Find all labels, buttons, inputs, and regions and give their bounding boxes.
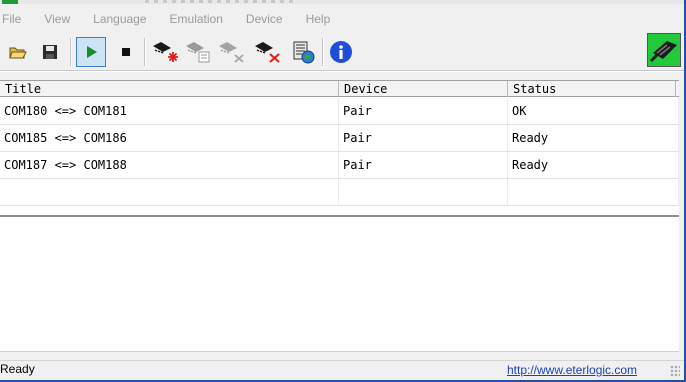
start-button[interactable] xyxy=(76,37,106,67)
title-text-fragment xyxy=(145,0,295,3)
play-icon xyxy=(87,46,97,58)
column-header-title[interactable]: Title xyxy=(0,81,339,97)
stop-button[interactable] xyxy=(111,37,141,67)
row-device: Pair xyxy=(339,98,508,124)
stop-icon xyxy=(122,48,130,56)
menu-bar: File View Language Emulation Device Help xyxy=(0,10,351,28)
table-row[interactable]: COM180 <=> COM181 Pair OK xyxy=(0,98,679,125)
remove-device-icon xyxy=(255,42,280,63)
toolbar-separator xyxy=(144,38,146,66)
floppy-disk-icon xyxy=(43,45,57,59)
add-device-button[interactable] xyxy=(150,37,180,67)
column-header-status[interactable]: Status xyxy=(508,81,676,97)
settings-button[interactable] xyxy=(288,37,318,67)
row-title: COM180 <=> COM181 xyxy=(0,98,339,124)
status-text: Ready xyxy=(0,362,35,376)
device-properties-icon xyxy=(186,42,210,63)
calculator-globe-icon xyxy=(293,41,315,64)
toolbar-divider xyxy=(0,70,684,72)
row-status-empty xyxy=(508,179,679,205)
about-button[interactable] xyxy=(326,37,356,67)
table-row[interactable]: COM185 <=> COM186 Pair Ready xyxy=(0,125,679,152)
menu-file[interactable]: File xyxy=(0,12,21,26)
menu-device[interactable]: Device xyxy=(244,12,283,26)
website-link[interactable]: http://www.eterlogic.com xyxy=(507,363,637,377)
menu-emulation[interactable]: Emulation xyxy=(168,12,223,26)
toolbar-separator xyxy=(322,38,324,66)
connection-list: Title Device Status COM180 <=> COM181 Pa… xyxy=(0,80,679,217)
remove-device-button[interactable] xyxy=(252,37,282,67)
device-properties-button[interactable] xyxy=(183,37,213,67)
row-status: Ready xyxy=(508,125,679,151)
disconnect-device-button[interactable] xyxy=(216,37,246,67)
row-device: Pair xyxy=(339,125,508,151)
status-bar: Ready http://www.eterlogic.com xyxy=(0,360,684,380)
resize-grip[interactable] xyxy=(670,365,680,377)
open-folder-icon xyxy=(9,47,27,59)
row-status: OK xyxy=(508,98,679,124)
list-header: Title Device Status xyxy=(0,80,679,97)
add-device-icon xyxy=(153,42,178,62)
toolbar xyxy=(0,32,684,72)
status-divider xyxy=(0,360,684,361)
info-icon xyxy=(330,41,352,63)
menu-language[interactable]: Language xyxy=(91,12,146,26)
menu-view[interactable]: View xyxy=(42,12,70,26)
menu-help[interactable]: Help xyxy=(304,12,331,26)
row-title-empty xyxy=(0,179,339,205)
serial-port-logo-icon xyxy=(649,41,677,63)
row-title: COM187 <=> COM188 xyxy=(0,152,339,178)
disconnect-device-icon xyxy=(219,42,244,63)
app-logo xyxy=(647,33,681,67)
column-header-device[interactable]: Device xyxy=(339,81,508,97)
log-pane[interactable] xyxy=(0,217,679,352)
title-bar xyxy=(0,0,686,4)
table-row[interactable]: COM187 <=> COM188 Pair Ready xyxy=(0,152,679,179)
row-status: Ready xyxy=(508,152,679,178)
toolbar-separator xyxy=(70,38,72,66)
row-device: Pair xyxy=(339,152,508,178)
row-title: COM185 <=> COM186 xyxy=(0,125,339,151)
row-device-empty xyxy=(339,179,508,205)
table-row-empty xyxy=(0,179,679,206)
open-button[interactable] xyxy=(3,37,33,67)
save-button[interactable] xyxy=(35,37,65,67)
app-icon xyxy=(2,0,18,4)
list-rows: COM180 <=> COM181 Pair OK COM185 <=> COM… xyxy=(0,98,679,206)
